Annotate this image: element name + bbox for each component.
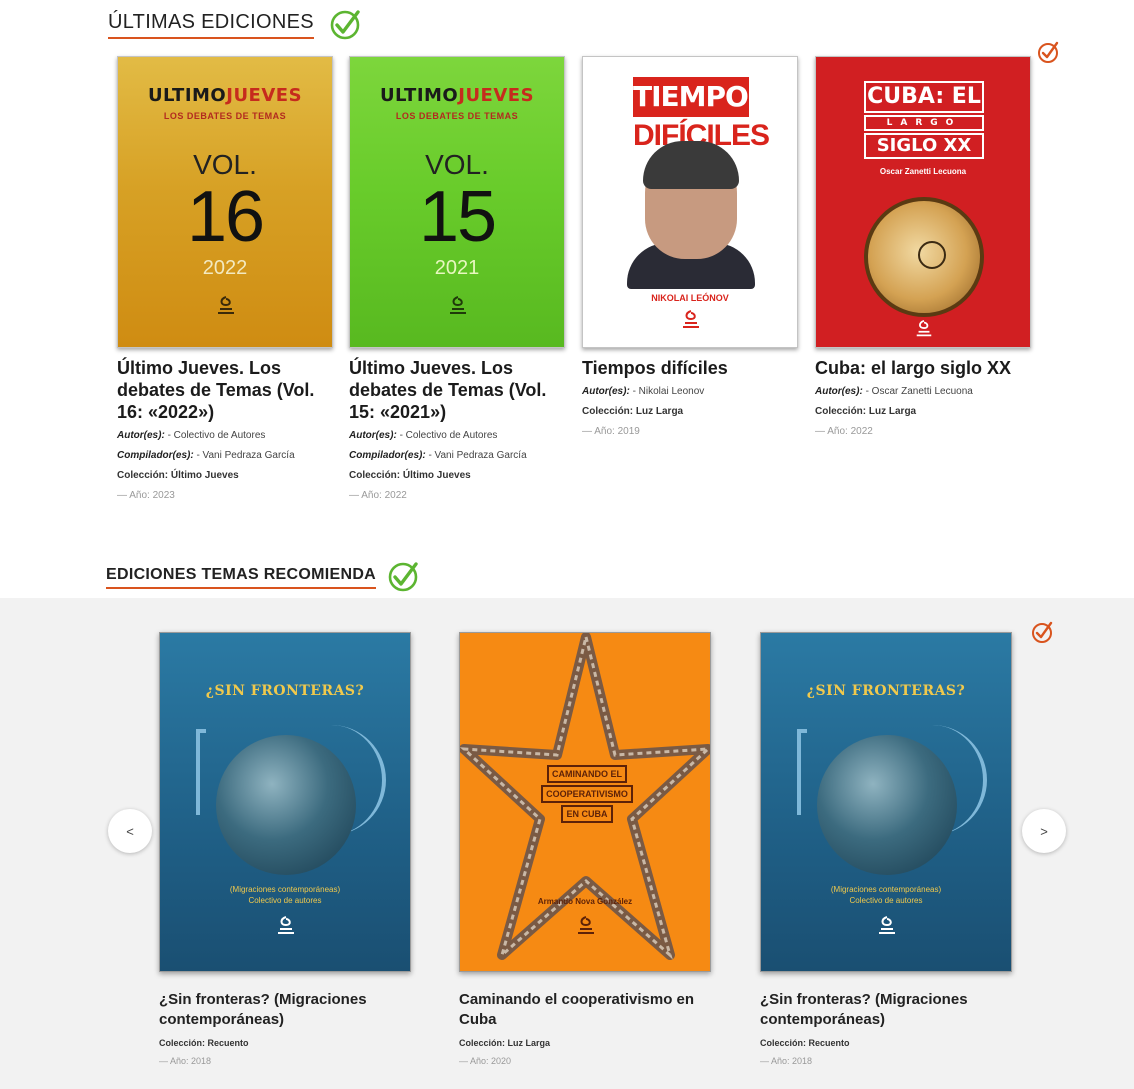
check-circle-icon [330, 10, 360, 40]
book-cover[interactable]: ULTIMOJUEVES LOS DEBATES DE TEMAS VOL. 1… [117, 56, 333, 348]
cover-title-line3: SIGLO XX [864, 133, 984, 159]
check-icon [1032, 621, 1053, 643]
sphere-illustration [216, 735, 356, 875]
book-meta: Colección: Recuento — Año: 2018 [760, 1038, 850, 1066]
cover-year: 2022 [202, 257, 248, 279]
publisher-logo-icon [278, 916, 294, 934]
book-card[interactable]: ULTIMOJUEVES LOS DEBATES DE TEMAS VOL. 1… [349, 56, 565, 502]
cover-author: Oscar Zanetti Lecuona [879, 167, 967, 176]
cover-title-line1: CUBA: EL [864, 81, 984, 113]
sphere-illustration [817, 735, 957, 875]
book-title[interactable]: Cuba: el largo siglo XX [815, 357, 1031, 379]
book-card[interactable]: TIEMPOS DIFÍCILES NIKOLAI LEÓNOV Tiempos… [582, 56, 798, 438]
book-meta: Autor(es): - Oscar Zanetti Lecuona Colec… [815, 386, 973, 437]
publisher-logo-icon [916, 319, 932, 337]
book-cover[interactable]: ULTIMOJUEVES LOS DEBATES DE TEMAS VOL. 1… [349, 56, 565, 348]
book-meta: Colección: Luz Larga — Año: 2020 [459, 1038, 551, 1066]
carousel-next-button[interactable]: > [1022, 809, 1066, 853]
book-meta: Autor(es): - Colectivo de Autores Compil… [349, 430, 527, 501]
publisher-logo-icon [218, 296, 234, 314]
book-title[interactable]: Último Jueves. Los debates de Temas (Vol… [349, 357, 565, 423]
cover-author: NIKOLAI LEÓNOV [651, 293, 729, 303]
book-card[interactable]: CUBA: EL LARGO SIGLO XX Oscar Zanetti Le… [815, 56, 1031, 438]
clock-illustration [864, 197, 984, 317]
cover-title: CAMINANDO EL COOPERATIVISMO EN CUBA [530, 763, 644, 823]
latest-editions-header: ÚLTIMAS EDICIONES [108, 8, 362, 42]
cover-year: 2021 [434, 257, 480, 279]
cover-heading: ¿SIN FRONTERAS? [806, 683, 966, 699]
book-title[interactable]: Último Jueves. Los debates de Temas (Vol… [117, 357, 333, 423]
cover-subtitle: (Migraciones contemporáneas) [830, 885, 942, 894]
book-cover[interactable]: ¿SIN FRONTERAS? (Migraciones contemporán… [760, 632, 1012, 972]
book-cover[interactable]: CAMINANDO EL COOPERATIVISMO EN CUBA Arma… [459, 632, 711, 972]
cover-author: Armando Nova González [537, 897, 633, 906]
book-cover[interactable]: ¿SIN FRONTERAS? (Migraciones contemporán… [159, 632, 411, 972]
book-meta: Autor(es): - Nikolai Leonov Colección: L… [582, 386, 705, 437]
book-card[interactable]: ULTIMOJUEVES LOS DEBATES DE TEMAS VOL. 1… [117, 56, 333, 502]
cover-subtitle: (Migraciones contemporáneas) [229, 885, 341, 894]
book-meta: Autor(es): - Colectivo de Autores Compil… [117, 430, 295, 501]
carousel-prev-button[interactable]: < [108, 809, 152, 853]
book-cover[interactable]: TIEMPOS DIFÍCILES NIKOLAI LEÓNOV [582, 56, 798, 348]
latest-editions-title: ÚLTIMAS EDICIONES [108, 11, 314, 39]
publisher-logo-icon [450, 296, 466, 314]
recommend-title: EDICIONES TEMAS RECOMIENDA [106, 566, 377, 589]
recommended-book-card[interactable]: CAMINANDO EL COOPERATIVISMO EN CUBA Arma… [459, 632, 711, 1066]
check-circle-icon [388, 562, 418, 592]
cover-brand: ULTIMOJUEVES [379, 85, 535, 106]
publisher-logo-icon [683, 310, 699, 328]
book-meta: Colección: Recuento — Año: 2018 [159, 1038, 249, 1066]
recommend-header: EDICIONES TEMAS RECOMIENDA [106, 560, 420, 594]
cover-number: 15 [418, 177, 497, 257]
cover-title-line1: TIEMPOS [633, 77, 768, 117]
cover-author: Colectivo de autores [248, 896, 322, 905]
recommended-book-card[interactable]: ¿SIN FRONTERAS? (Migraciones contemporán… [159, 632, 411, 1066]
book-title[interactable]: ¿Sin fronteras? (Migraciones contemporán… [159, 990, 411, 1030]
cover-number: 16 [186, 177, 265, 257]
publisher-logo-icon [879, 916, 895, 934]
cover-title-line2: LARGO [864, 115, 984, 131]
recommended-book-card[interactable]: ¿SIN FRONTERAS? (Migraciones contemporán… [760, 632, 1012, 1066]
cover-subtitle: LOS DEBATES DE TEMAS [395, 111, 519, 121]
book-title[interactable]: Caminando el cooperativismo en Cuba [459, 990, 711, 1030]
cover-heading: ¿SIN FRONTERAS? [205, 683, 365, 699]
book-title[interactable]: ¿Sin fronteras? (Migraciones contemporán… [760, 990, 1012, 1030]
cover-brand: ULTIMOJUEVES [147, 85, 303, 106]
check-icon [1038, 41, 1059, 63]
cover-author: Colectivo de autores [849, 896, 923, 905]
cover-subtitle: LOS DEBATES DE TEMAS [163, 111, 287, 121]
book-cover[interactable]: CUBA: EL LARGO SIGLO XX Oscar Zanetti Le… [815, 56, 1031, 348]
book-title[interactable]: Tiempos difíciles [582, 357, 798, 379]
publisher-logo-icon [578, 916, 594, 934]
